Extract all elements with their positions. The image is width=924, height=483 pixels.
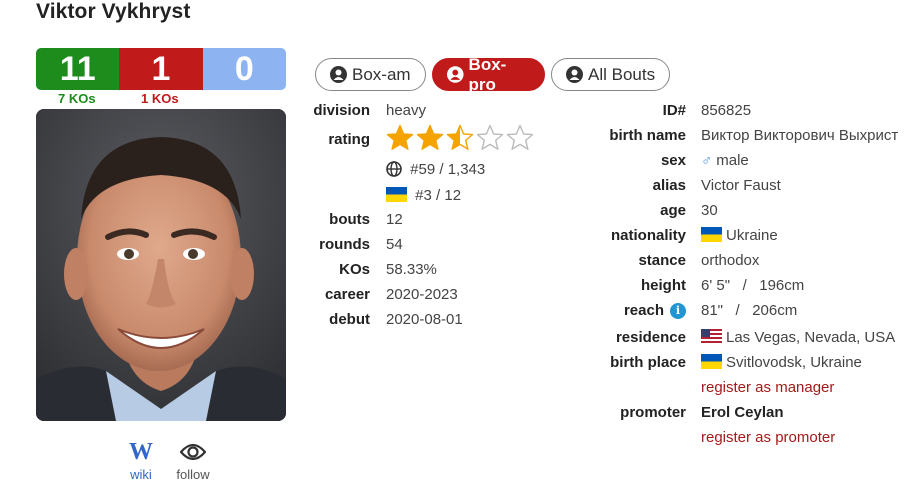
rating-label: rating [328,131,370,148]
division-label: division [313,102,370,119]
career-value: 2020-2023 [386,286,458,303]
reach-label-text: reach [623,302,664,319]
wikipedia-icon: W [129,439,153,465]
birth-place-text: Svitlovodsk, Ukraine [726,354,862,371]
star-icon [476,124,504,150]
wins-count: 11 [36,48,120,90]
height-label: height [641,277,686,294]
nationality-label: nationality [610,227,686,244]
kos-label: KOs [339,261,370,278]
ko-losses: 1 KOs [141,91,179,106]
debut-label: debut [329,311,370,328]
user-icon [447,66,464,83]
tab-all-bouts-label: All Bouts [588,64,656,84]
user-icon [566,66,583,83]
tab-box-pro[interactable]: Box-pro [432,55,545,94]
height-metric: 196cm [759,277,805,294]
reach-separator: / [735,302,740,319]
stance-label: stance [638,252,686,269]
eye-icon [180,443,206,461]
ko-wins: 7 KOs [58,91,96,106]
male-icon: ♂ [701,152,713,169]
promoter-label: promoter [620,404,686,421]
world-rank[interactable]: #59 / 1,343 [386,161,485,178]
country-rank[interactable]: #3 / 12 [386,187,461,204]
star-icon [446,124,474,150]
star-icon [386,124,414,150]
height-separator: / [742,277,747,294]
tab-box-am-label: Box-am [352,64,411,84]
register-manager-link[interactable]: register as manager [701,379,834,396]
sex-label: sex [660,152,686,169]
boxer-name: Viktor Vykhryst [36,0,191,23]
birth-place-label: birth place [610,354,686,371]
stance-value: orthodox [701,252,760,269]
rounds-label: rounds [319,236,370,253]
draws-count: 0 [202,48,286,90]
record-tabs: Box-am Box-pro All Bouts [315,55,670,94]
reach-imperial: 81" [701,302,724,319]
usa-flag-icon [701,329,722,344]
bouts-label: bouts [329,211,370,228]
birth-name-label: birth name [609,127,686,144]
ukraine-flag-icon [701,354,722,369]
rating-stars [386,124,536,152]
ukraine-flag-icon [386,187,407,202]
info-icon[interactable]: i [670,303,686,319]
sex-text: male [716,152,749,169]
height-value: 6' 5" / 196cm [701,277,804,294]
world-rank-value: #59 / 1,343 [410,161,486,178]
boxer-photo [36,109,286,421]
residence-label: residence [615,329,686,346]
tab-box-am[interactable]: Box-am [315,58,426,91]
birth-name-value: Виктор Викторович Выхрист [701,127,899,144]
birth-place-value[interactable]: Svitlovodsk, Ukraine [701,354,862,371]
country-rank-value: #3 / 12 [415,187,462,204]
record-bar: 11 1 0 [36,48,286,90]
reach-label: reach i [624,302,686,319]
follow-label: follow [176,467,210,482]
tab-all-bouts[interactable]: All Bouts [551,58,670,91]
star-icon [416,124,444,150]
reach-metric: 206cm [752,302,798,319]
debut-value: 2020-08-01 [386,311,463,328]
residence-text: Las Vegas, Nevada, USA [726,329,896,346]
id-value: 856825 [701,102,752,119]
follow-button[interactable]: follow [170,440,216,482]
promoter-value[interactable]: Erol Ceylan [701,404,784,421]
age-label: age [660,202,686,219]
id-label: ID# [662,102,686,119]
alias-value: Victor Faust [701,177,781,194]
height-imperial: 6' 5" [701,277,731,294]
kos-value: 58.33% [386,261,437,278]
residence-value[interactable]: Las Vegas, Nevada, USA [701,329,895,346]
alias-label: alias [652,177,686,194]
globe-icon [386,161,402,177]
ukraine-flag-icon [701,227,722,242]
wiki-label: wiki [130,467,152,482]
nationality-value[interactable]: Ukraine [701,227,778,244]
sex-value: ♂ male [701,152,749,169]
career-label: career [324,286,370,303]
user-icon [330,66,347,83]
register-promoter-link[interactable]: register as promoter [701,429,835,446]
reach-value: 81" / 206cm [701,302,797,319]
tab-box-pro-label: Box-pro [468,54,507,94]
age-value: 30 [701,202,718,219]
bouts-value: 12 [386,211,403,228]
wiki-link[interactable]: W wiki [126,440,156,482]
nationality-text: Ukraine [726,227,778,244]
losses-count: 1 [119,48,203,90]
division-value: heavy [386,102,427,119]
rounds-value: 54 [386,236,403,253]
star-icon [506,124,534,150]
